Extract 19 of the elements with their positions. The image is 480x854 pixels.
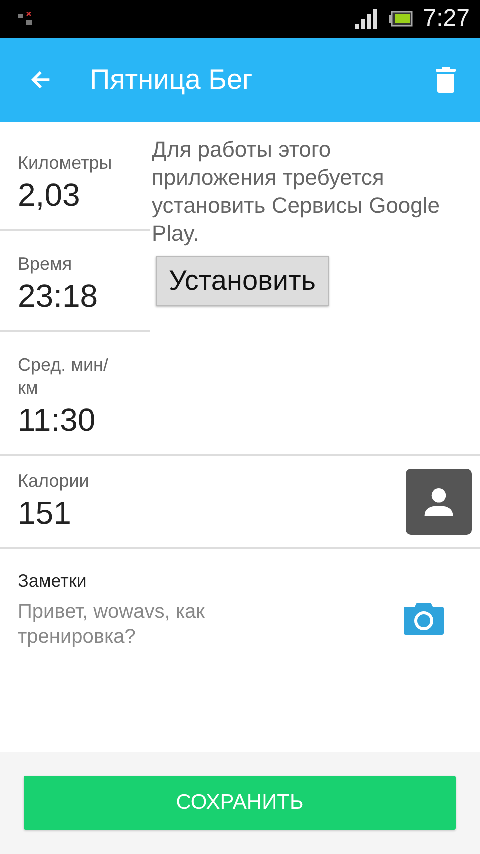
battery-icon [389, 11, 414, 27]
notes-label: Заметки [18, 571, 88, 592]
stat-label: Сред. мин/км [18, 354, 110, 400]
install-button[interactable]: Установить [156, 256, 329, 306]
play-services-message: Для работы этого приложения требуется установить Сервисы Google Play. [152, 136, 442, 248]
status-time: 7:27 [423, 5, 470, 33]
stat-value: 151 [18, 494, 72, 533]
profile-button[interactable] [406, 468, 472, 534]
stat-value: 23:18 [18, 277, 100, 316]
stat-label: Калории [18, 470, 90, 493]
stat-value: 11:30 [18, 401, 97, 440]
screen-title: Пятница Бег [90, 64, 254, 96]
signal-icon [355, 9, 380, 29]
stat-label: Время [18, 253, 74, 276]
trash-icon[interactable] [436, 67, 456, 93]
notification-icon [18, 12, 34, 26]
stat-value: 2,03 [18, 176, 82, 215]
stat-label: Километры [18, 152, 114, 175]
camera-icon[interactable] [404, 603, 444, 635]
